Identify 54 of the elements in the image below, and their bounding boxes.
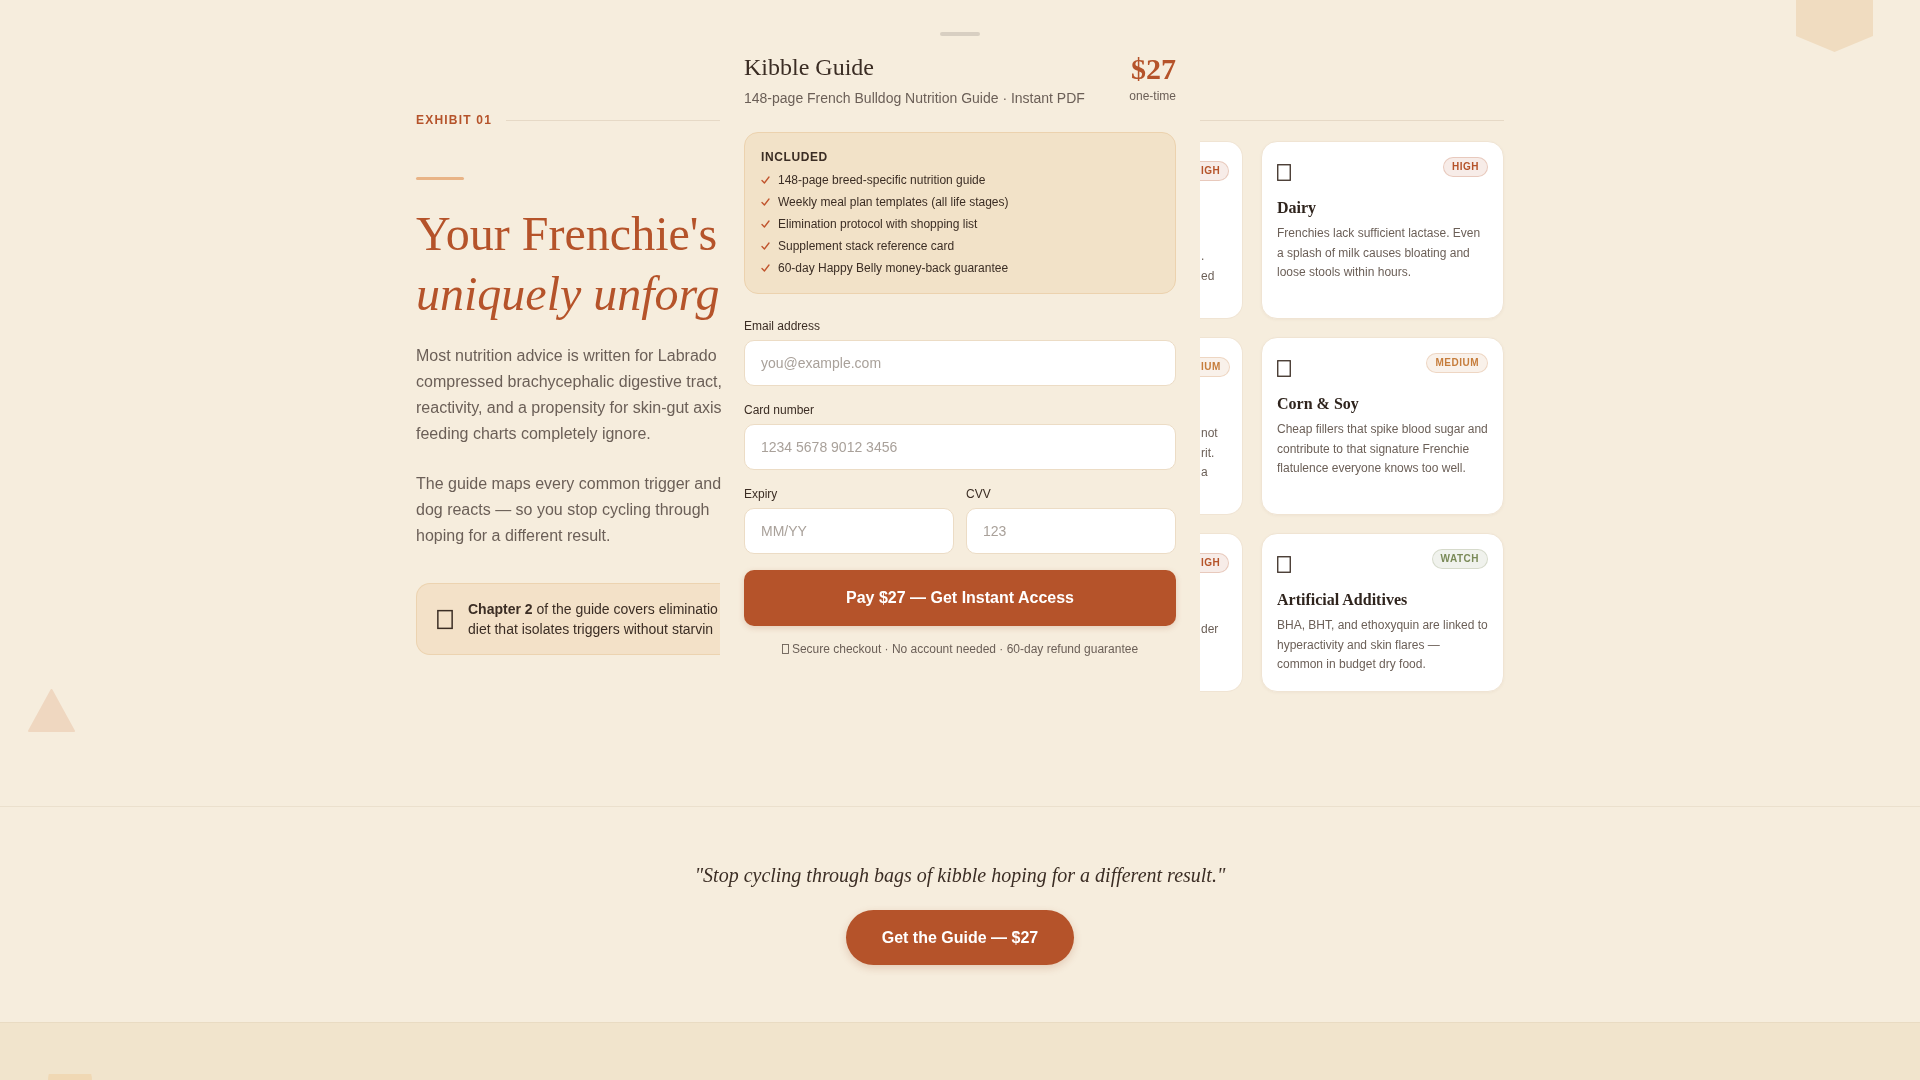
- included-heading: INCLUDED: [761, 149, 829, 166]
- product-subtitle: 148-page French Bulldog Nutrition Guide · Instant PDF: [744, 89, 1085, 108]
- included-item: 148-page breed-specific nutrition guide: [778, 172, 986, 188]
- severity-badge: HIGH: [1443, 157, 1488, 177]
- check-icon: [761, 264, 770, 272]
- page-heading: Your Frenchie's uniquely unforg: [416, 206, 720, 322]
- check-icon: [761, 242, 770, 250]
- field-label: Expiry: [744, 486, 779, 502]
- expiry-field[interactable]: MM/YY: [744, 508, 954, 554]
- check-icon: [761, 220, 770, 228]
- severity-badge: IUM: [1200, 357, 1230, 377]
- field-label: Email address: [744, 318, 822, 334]
- body-paragraph: The guide maps every common trigger and dog reacts — so you stop cycling through hoping for a different result.: [416, 474, 720, 546]
- price-note: one-time: [1129, 88, 1176, 104]
- check-icon: [761, 176, 770, 184]
- card-title: Dairy: [1277, 198, 1318, 219]
- card-title: Corn & Soy: [1277, 394, 1360, 415]
- product-title: Kibble Guide: [744, 53, 875, 82]
- card-text-fragment: der: [1200, 621, 1220, 638]
- card-title: Artificial Additives: [1277, 590, 1409, 610]
- empty-rectangle-icon: [1277, 360, 1291, 377]
- empty-rectangle-icon: [781, 644, 789, 654]
- card-description: BHA, BHT, and ethoxyquin are linked to hyperactivity and skin flares — common in budget dry food.: [1277, 617, 1488, 673]
- pay-button[interactable]: Pay $27 — Get Instant Access: [744, 570, 1176, 626]
- included-item: Supplement stack reference card: [778, 238, 955, 254]
- included-item: Elimination protocol with shopping list: [778, 216, 978, 232]
- secure-note: Secure checkout · No account needed · 60-day refund guarantee: [791, 641, 1139, 658]
- severity-badge: MEDIUM: [1426, 353, 1488, 373]
- card-text-fragment: not rit. a: [1200, 425, 1219, 481]
- card-text-fragment: . ed: [1200, 248, 1216, 285]
- included-item: Weekly meal plan templates (all life stages): [778, 194, 1009, 210]
- empty-rectangle-icon: [1277, 164, 1291, 181]
- section-label: EXHIBIT 01: [416, 112, 493, 128]
- pull-quote: "Stop cycling through bags of kibble hoping for a different result.": [694, 863, 1226, 889]
- price: $27: [1131, 51, 1176, 87]
- cvv-field[interactable]: 123: [966, 508, 1176, 554]
- decorative-triangle-icon: [28, 689, 75, 732]
- body-paragraph: Most nutrition advice is written for Labrado compressed brachycephalic digestive tract, reactivity, and a propensity for skin-gut axis feeding charts completely ignore.: [416, 346, 720, 444]
- card-description: Frenchies lack sufficient lactase. Even a splash of milk causes bloating and loose stools within hours.: [1277, 225, 1482, 281]
- severity-badge: IGH: [1200, 161, 1230, 181]
- cta-button[interactable]: Get the Guide — $27: [845, 910, 1075, 965]
- empty-rectangle-icon: [437, 608, 453, 630]
- email-field[interactable]: you@example.com: [744, 340, 1176, 386]
- card-number-field[interactable]: 1234 5678 9012 3456: [744, 424, 1176, 470]
- field-label: CVV: [966, 486, 992, 502]
- check-icon: [761, 198, 770, 206]
- field-label: Card number: [744, 402, 816, 418]
- included-item: 60-day Happy Belly money-back guarantee: [778, 260, 1009, 276]
- severity-badge: IGH: [1200, 553, 1230, 573]
- decorative-pentagon-icon: [1796, 0, 1873, 52]
- empty-rectangle-icon: [1277, 556, 1291, 573]
- card-description: Cheap fillers that spike blood sugar and contribute to that signature Frenchie flatulence everyone knows too well.: [1277, 421, 1488, 477]
- callout-text: Chapter 2 of the guide covers eliminatio diet that isolates triggers without starvin: [468, 600, 718, 639]
- severity-badge: WATCH: [1431, 549, 1488, 569]
